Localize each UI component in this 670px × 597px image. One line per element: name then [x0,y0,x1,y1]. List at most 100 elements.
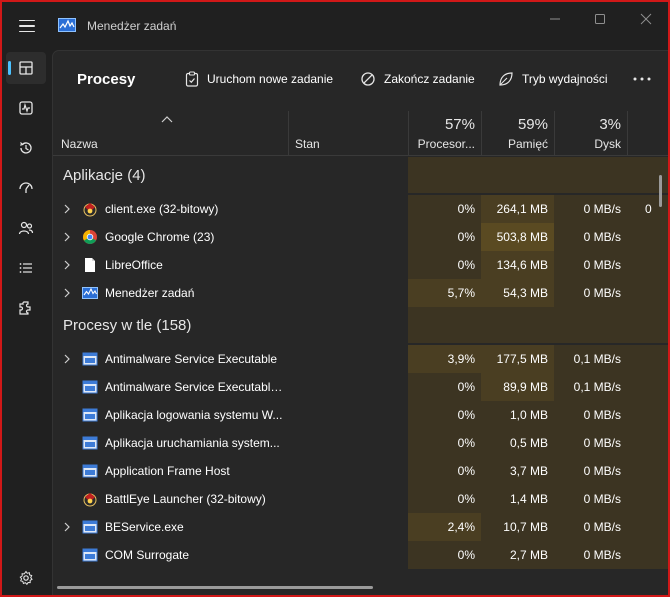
nav-item-settings[interactable] [6,562,46,594]
chevron-right-icon[interactable] [63,522,71,532]
details-icon [19,263,32,273]
vertical-scrollbar[interactable] [659,175,662,207]
service-window-icon [82,352,98,366]
table-row[interactable]: 0% 3,7 MB 0 MB/s Application Frame Host [53,457,668,485]
table-row[interactable]: 3,9% 177,5 MB 0,1 MB/s Antimalware Servi… [53,345,668,373]
table-row[interactable]: 5,7% 54,3 MB 0 MB/s Menedżer zadań [53,279,668,307]
column-status[interactable]: Stan [288,111,408,156]
disk-cell: 0,1 MB/s [554,345,627,373]
table-row[interactable]: 0% 2,7 MB 0 MB/s COM Surrogate [53,541,668,569]
cpu-cell: 3,9% [408,345,481,373]
app-history-icon [20,142,32,154]
mem-value: 264,1 MB [496,202,548,216]
maximize-button[interactable] [588,10,612,28]
nav-item-app-history[interactable] [6,132,46,164]
column-memory-label: Pamięć [507,137,548,151]
mem-cell: 0,5 MB [481,429,554,457]
process-name: Google Chrome (23) [105,230,215,244]
close-icon [640,13,652,25]
nav-item-details[interactable] [6,252,46,284]
run-new-task-button[interactable]: Uruchom nowe zadanie [185,69,333,89]
cpu-cell: 5,7% [408,279,481,307]
mem-cell: 503,8 MB [481,223,554,251]
nav-item-services[interactable] [6,292,46,324]
net-cell [627,223,668,251]
disk-value: 0 MB/s [583,464,621,478]
mem-cell: 1,0 MB [481,401,554,429]
cpu-cell: 0% [408,541,481,569]
column-disk-pct: 3% [599,116,621,133]
disk-cell: 0 MB/s [554,401,627,429]
table-row[interactable]: 0% 134,6 MB 0 MB/s LibreOffice [53,251,668,279]
table-row[interactable]: 0% 89,9 MB 0,1 MB/s Antimalware Service … [53,373,668,401]
disk-value: 0 MB/s [583,548,621,562]
cpu-value: 0% [457,202,475,216]
horizontal-scrollbar[interactable] [57,586,373,589]
process-name: LibreOffice [105,258,163,272]
minimize-icon [550,18,560,20]
close-button[interactable] [634,10,658,28]
group-cpu-cell [408,157,481,193]
chevron-right-icon[interactable] [63,204,71,214]
more-icon [633,77,651,81]
disk-cell: 0 MB/s [554,513,627,541]
chevron-right-icon[interactable] [63,232,71,242]
disk-value: 0 MB/s [583,492,621,506]
processes-panel: Procesy Uruchom nowe zadanie Zakończ zad… [52,50,668,595]
mem-cell: 3,7 MB [481,457,554,485]
hamburger-menu-icon[interactable] [16,15,38,37]
net-cell [627,513,668,541]
table-row[interactable]: 0% 503,8 MB 0 MB/s Google Chrome (23) [53,223,668,251]
cpu-cell: 0% [408,457,481,485]
disk-cell: 0 MB/s [554,279,627,307]
column-disk[interactable]: 3% Dysk [554,111,627,156]
group-header-apps: Aplikacje (4) [53,157,668,193]
table-row[interactable]: 2,4% 10,7 MB 0 MB/s BEService.exe [53,513,668,541]
nav-item-processes[interactable] [6,52,46,84]
chevron-right-icon[interactable] [63,354,71,364]
disk-cell: 0 MB/s [554,485,627,513]
process-name: Aplikacja uruchamiania system... [105,436,280,450]
process-name: Application Frame Host [105,464,230,478]
column-network[interactable] [627,111,668,156]
disk-value: 0,1 MB/s [573,380,621,394]
process-name: Menedżer zadań [105,286,195,300]
clipboard-icon [185,71,199,87]
more-options-button[interactable] [631,69,653,89]
column-cpu[interactable]: 57% Procesor... [408,111,481,156]
column-name[interactable]: Nazwa [53,111,288,156]
net-cell [627,429,668,457]
efficiency-mode-button[interactable]: Tryb wydajności [498,69,608,89]
net-cell [627,251,668,279]
column-memory[interactable]: 59% Pamięć [481,111,554,156]
table-row[interactable]: 0% 0,5 MB 0 MB/s Aplikacja uruchamiania … [53,429,668,457]
nav-item-performance[interactable] [6,92,46,124]
end-task-button[interactable]: Zakończ zadanie [360,69,475,89]
document-icon [85,258,95,272]
service-window-icon [82,380,98,394]
client-exe-icon [83,203,97,217]
cpu-cell: 0% [408,429,481,457]
nav-item-users[interactable] [6,212,46,244]
title-bar: Menedżer zadań [2,2,668,50]
end-task-icon [361,72,375,86]
table-row[interactable]: 0% 264,1 MB 0 MB/s 0 client.exe (32-bito… [53,195,668,223]
net-cell [627,345,668,373]
chevron-right-icon[interactable] [63,288,71,298]
chevron-right-icon[interactable] [63,260,71,270]
nav-item-startup-apps[interactable] [6,172,46,204]
table-row[interactable]: 0% 1,0 MB 0 MB/s Aplikacja logowania sys… [53,401,668,429]
cpu-value: 0% [457,464,475,478]
minimize-button[interactable] [543,10,567,28]
mem-value: 10,7 MB [503,520,548,534]
column-name-label: Nazwa [61,137,98,151]
process-name: Antimalware Service Executable [105,352,278,366]
mem-cell: 89,9 MB [481,373,554,401]
disk-value: 0 MB/s [583,520,621,534]
net-cell [627,485,668,513]
group-cpu-cell [408,307,481,343]
cpu-value: 0% [457,436,475,450]
mem-value: 89,9 MB [503,380,548,394]
group-disk-cell [554,307,627,343]
table-row[interactable]: 0% 1,4 MB 0 MB/s BattlEye Launcher (32-b… [53,485,668,513]
